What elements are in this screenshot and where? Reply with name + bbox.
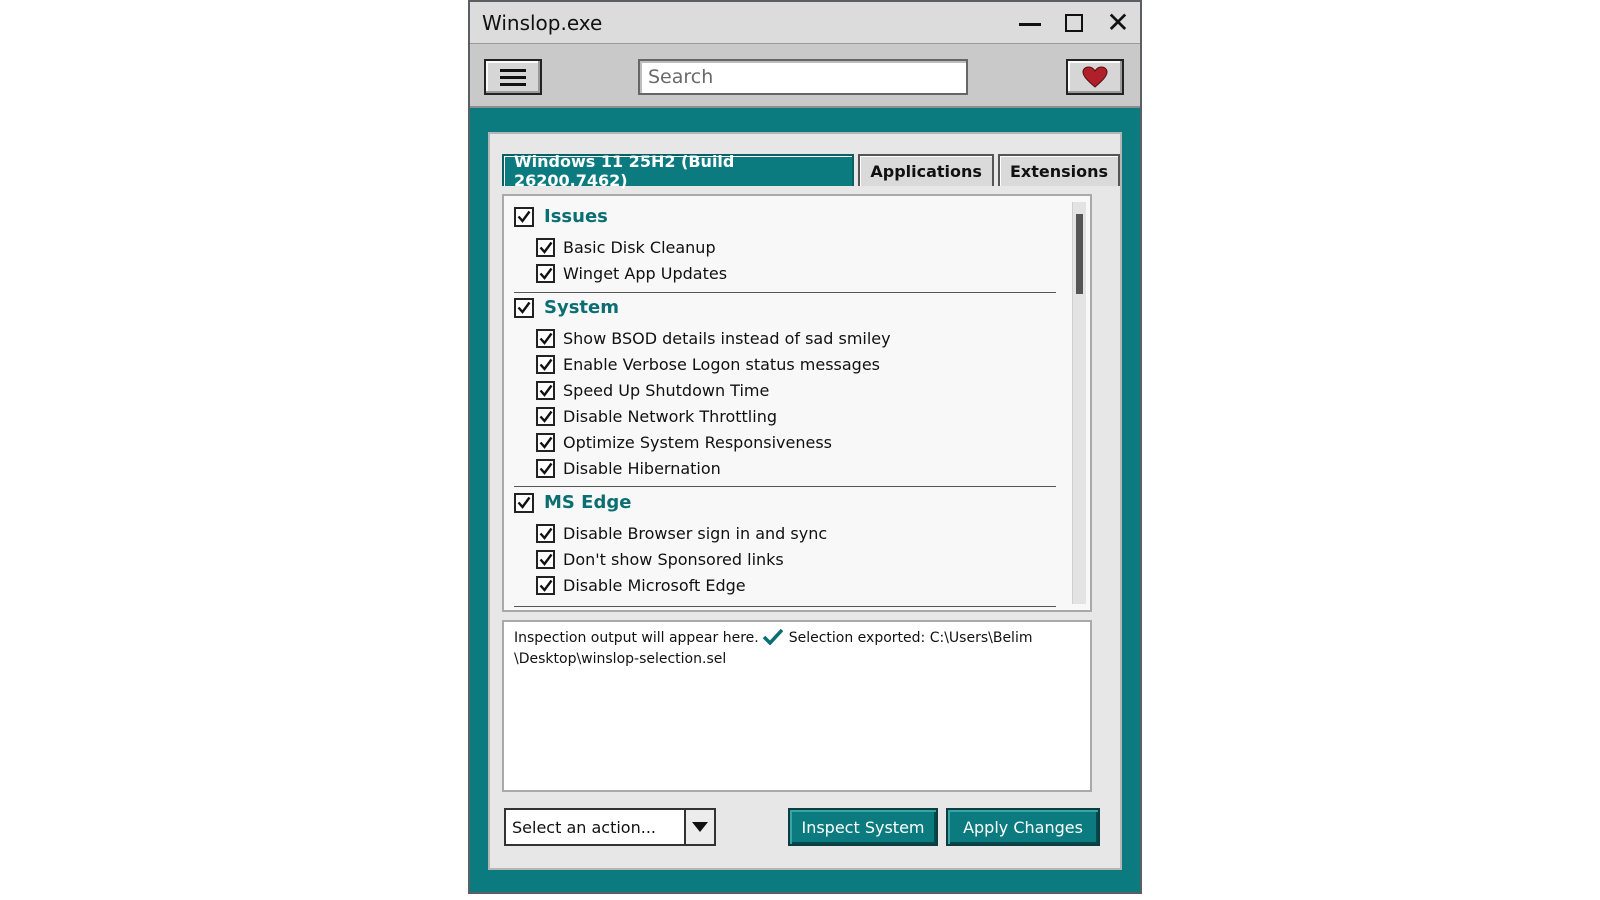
- tweak-checkbox[interactable]: [536, 407, 555, 426]
- tab-applications[interactable]: Applications: [858, 154, 994, 186]
- tweak-item[interactable]: Enable Verbose Logon status messages: [536, 355, 880, 374]
- tweak-item[interactable]: Disable Network Throttling: [536, 407, 777, 426]
- minimize-icon: [1019, 23, 1041, 26]
- action-select[interactable]: Select an action...: [504, 808, 716, 846]
- group-checkbox[interactable]: [514, 206, 534, 227]
- action-select-value: Select an action...: [512, 817, 656, 837]
- close-button[interactable]: ✕: [1096, 3, 1140, 43]
- tweak-item[interactable]: Optimize System Responsiveness: [536, 433, 832, 452]
- search-input[interactable]: [638, 59, 968, 95]
- tab-windows-build[interactable]: Windows 11 25H2 (Build 26200.7462): [502, 152, 855, 190]
- tab-extensions[interactable]: Extensions: [997, 154, 1120, 186]
- tweak-label: Basic Disk Cleanup: [563, 238, 716, 257]
- action-bar: Select an action... Inspect System Apply…: [490, 798, 1120, 868]
- hamburger-menu-icon-bar: [500, 82, 526, 86]
- output-console: Inspection output will appear here. Selec…: [502, 620, 1092, 792]
- tweak-label: Don't show Sponsored links: [563, 550, 784, 569]
- group-checkbox[interactable]: [514, 297, 534, 318]
- group-header-0[interactable]: Issues: [514, 206, 608, 227]
- hamburger-menu-icon-bar: [500, 75, 526, 79]
- tweak-checkbox[interactable]: [536, 550, 555, 569]
- tweak-item[interactable]: Disable Browser sign in and sync: [536, 524, 827, 543]
- tweak-item[interactable]: Don't show Sponsored links: [536, 550, 784, 569]
- tweak-label: Show BSOD details instead of sad smiley: [563, 329, 891, 348]
- title-bar[interactable]: Winslop.exe ✕: [470, 2, 1140, 44]
- tweak-item[interactable]: Disable Microsoft Edge: [536, 576, 746, 595]
- tweak-item[interactable]: Speed Up Shutdown Time: [536, 381, 769, 400]
- tweak-item[interactable]: Show BSOD details instead of sad smiley: [536, 329, 891, 348]
- inspect-system-button[interactable]: Inspect System: [788, 808, 938, 846]
- hamburger-menu-icon: [500, 68, 526, 72]
- apply-changes-button[interactable]: Apply Changes: [946, 808, 1100, 846]
- tweak-label: Enable Verbose Logon status messages: [563, 355, 881, 374]
- window-title: Winslop.exe: [482, 10, 603, 35]
- tweak-label: Disable Hibernation: [563, 459, 721, 478]
- tweak-label: Optimize System Responsiveness: [563, 433, 832, 452]
- minimize-button[interactable]: [1008, 3, 1052, 43]
- tweak-checkbox[interactable]: [536, 459, 555, 478]
- tweak-checkbox[interactable]: [536, 329, 555, 348]
- tweak-checkbox[interactable]: [536, 576, 555, 595]
- group-divider: [514, 486, 1056, 487]
- tweak-checkbox[interactable]: [536, 264, 555, 283]
- favorite-button[interactable]: [1066, 59, 1124, 95]
- tweak-checkbox[interactable]: [536, 433, 555, 452]
- output-placeholder-text: Inspection output will appear here.: [514, 630, 759, 646]
- tweak-label: Winget App Updates: [563, 264, 728, 283]
- group-divider: [514, 292, 1056, 293]
- maximize-button[interactable]: [1052, 3, 1096, 43]
- tweak-checkbox[interactable]: [536, 524, 555, 543]
- group-header-1[interactable]: System: [514, 297, 619, 318]
- checkmark-icon: [762, 629, 783, 645]
- export-path-text: \Desktop\winslop-selection.sel: [514, 651, 727, 667]
- group-divider: [514, 606, 1056, 607]
- menu-button[interactable]: [484, 59, 542, 95]
- toolbar: [470, 44, 1140, 108]
- group-header-2[interactable]: MS Edge: [514, 492, 631, 513]
- tweak-checkbox[interactable]: [536, 238, 555, 257]
- tweak-checkbox[interactable]: [536, 381, 555, 400]
- heart-icon: [1082, 66, 1108, 88]
- app-window: Winslop.exe ✕ Windows 11 25H2 (Build 262…: [468, 0, 1142, 894]
- group-checkbox[interactable]: [514, 492, 534, 513]
- tweak-label: Speed Up Shutdown Time: [563, 381, 770, 400]
- close-icon: ✕: [1106, 5, 1130, 39]
- tweak-item[interactable]: Winget App Updates: [536, 264, 727, 283]
- dropdown-arrow-button[interactable]: [684, 810, 714, 844]
- tweak-label: Disable Microsoft Edge: [563, 576, 746, 595]
- maximize-icon: [1065, 13, 1083, 32]
- group-title: Issues: [544, 206, 608, 227]
- tweak-checkbox[interactable]: [536, 355, 555, 374]
- tweak-label: Disable Network Throttling: [563, 407, 777, 426]
- scrollbar-thumb[interactable]: [1076, 214, 1083, 294]
- export-status-text: Selection exported: C:\Users\Belim: [788, 630, 1033, 646]
- dropdown-arrow-icon: [692, 822, 708, 832]
- tweak-item[interactable]: Basic Disk Cleanup: [536, 238, 716, 257]
- tweak-label: Disable Browser sign in and sync: [563, 524, 828, 543]
- tweak-list: Issues Basic Disk Cleanup Winget App Updat…: [502, 194, 1092, 612]
- scrollbar[interactable]: [1072, 202, 1086, 604]
- tab-bar: Windows 11 25H2 (Build 26200.7462) Appli…: [502, 152, 1120, 190]
- main-panel: Windows 11 25H2 (Build 26200.7462) Appli…: [488, 132, 1122, 870]
- group-title: MS Edge: [544, 492, 632, 513]
- tweak-item[interactable]: Disable Hibernation: [536, 459, 721, 478]
- group-title: System: [544, 297, 619, 318]
